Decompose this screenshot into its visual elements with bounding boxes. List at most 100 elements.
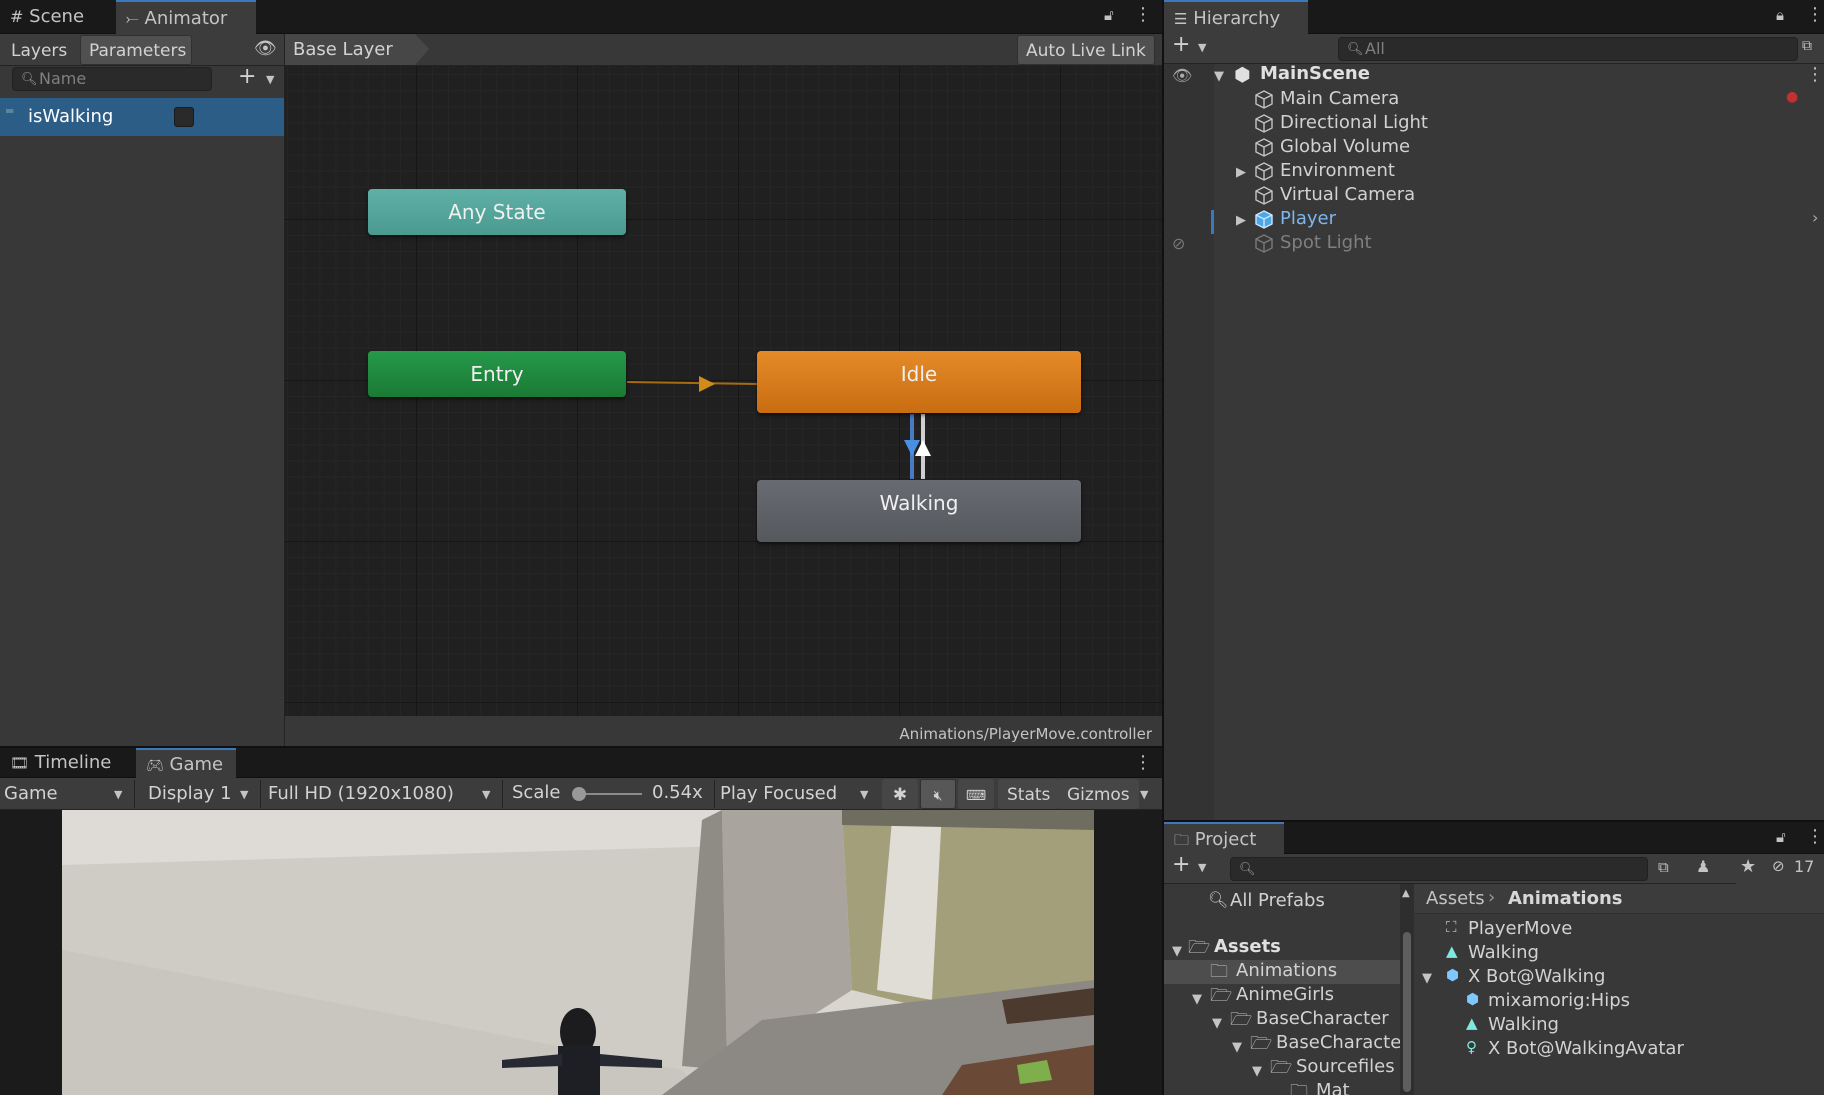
expand-arrow-icon[interactable]: ▶ (1236, 165, 1246, 180)
tab-timeline[interactable]: 🎞︎ Timeline (0, 748, 134, 778)
visibility-column (1164, 64, 1214, 820)
hidden-packages-icon[interactable]: ⊘ (1772, 857, 1785, 875)
debug-toggle[interactable]: ✱ (882, 779, 918, 809)
scene-root-label[interactable]: MainScene (1260, 63, 1370, 84)
state-any-state[interactable]: Any State (368, 189, 626, 235)
hierarchy-item[interactable]: Main Camera (1280, 87, 1399, 111)
resolution-dropdown[interactable]: Full HD (1920x1080) ▼ (264, 779, 500, 809)
tab-game[interactable]: 🎮︎ Game (136, 748, 236, 778)
hierarchy-item[interactable]: Virtual Camera (1280, 183, 1415, 207)
asset-item[interactable]: Walking (1468, 941, 1539, 965)
folder-assets[interactable]: Assets (1214, 936, 1281, 957)
project-search-input[interactable]: 🔍︎ (1230, 857, 1648, 881)
folder-basecharacte[interactable]: BaseCharacte (1276, 1032, 1400, 1053)
eye-icon[interactable]: 👁︎ (254, 38, 277, 59)
folder-sourcefiles[interactable]: Sourcefiles (1296, 1056, 1395, 1077)
expand-arrow-icon[interactable]: ▼ (1252, 1064, 1262, 1079)
state-graph-canvas[interactable]: Any State Entry Idle Walking (285, 66, 1162, 716)
expand-arrow-icon[interactable]: ▼ (1172, 944, 1182, 959)
tab-animator[interactable]: ⤚ Animator (116, 0, 256, 34)
chevron-down-icon[interactable]: ▼ (266, 73, 274, 86)
parameter-bool-checkbox[interactable] (174, 107, 194, 127)
animator-icon: ⤚ (126, 9, 139, 28)
hierarchy-search-input[interactable]: 🔍︎ All (1338, 37, 1798, 61)
more-options-icon[interactable]: ⋮ (1134, 4, 1152, 25)
tab-scene[interactable]: # Scene (0, 0, 112, 34)
folder-basecharacter[interactable]: BaseCharacter (1256, 1008, 1389, 1029)
more-options-icon[interactable]: ⋮ (1806, 4, 1824, 25)
unity-scene-icon: ⬢ (1234, 64, 1251, 86)
lock-icon[interactable]: 🔓︎ (1776, 828, 1786, 846)
expand-arrow-icon[interactable]: ▶ (1236, 213, 1246, 228)
more-options-icon[interactable]: ⋮ (1806, 826, 1824, 847)
hierarchy-item[interactable]: Directional Light (1280, 111, 1428, 135)
asset-item[interactable]: Walking (1488, 1013, 1559, 1037)
expand-arrow-icon[interactable]: ▼ (1232, 1040, 1242, 1055)
state-entry[interactable]: Entry (368, 351, 626, 397)
chevron-right-icon[interactable]: › (1812, 208, 1818, 227)
tree-scrollbar[interactable]: ▲ (1400, 884, 1414, 1095)
tab-hierarchy[interactable]: ☰ Hierarchy (1164, 0, 1308, 34)
more-options-icon[interactable]: ⋮ (1806, 64, 1824, 85)
game-view[interactable] (0, 810, 1162, 1095)
gizmos-button[interactable]: Gizmos (1058, 779, 1139, 809)
lock-icon[interactable]: 🔒︎ (1776, 6, 1784, 24)
clip-icon: ▲ (1446, 942, 1458, 960)
mute-audio-toggle[interactable]: 🔇︎ (920, 779, 956, 809)
add-object-button[interactable]: + (1172, 32, 1190, 57)
tab-project[interactable]: 🗀 Project (1164, 822, 1284, 854)
hierarchy-item[interactable]: Environment (1280, 159, 1395, 183)
asset-item[interactable]: X Bot@WalkingAvatar (1488, 1037, 1684, 1061)
tab-parameters[interactable]: Parameters (80, 35, 192, 65)
expand-arrow-icon[interactable]: ▼ (1212, 1016, 1222, 1031)
scale-slider-thumb[interactable] (572, 787, 586, 801)
display-dropdown[interactable]: Display 1 ▼ (144, 779, 260, 809)
more-options-icon[interactable]: ⋮ (1134, 752, 1152, 773)
chevron-down-icon: ▼ (114, 788, 123, 801)
asset-item[interactable]: mixamorig:Hips (1488, 989, 1630, 1013)
breadcrumb-assets[interactable]: Assets (1426, 888, 1485, 909)
stats-button[interactable]: Stats (998, 779, 1060, 809)
asset-item[interactable]: PlayerMove (1468, 917, 1572, 941)
shortcuts-toggle[interactable]: ⌨ (958, 779, 994, 809)
breadcrumb-animations[interactable]: Animations (1508, 888, 1623, 909)
expand-arrow-icon[interactable]: ▼ (1422, 971, 1432, 986)
eye-icon[interactable]: 👁︎ (1172, 66, 1192, 85)
breadcrumb[interactable]: Base Layer (285, 34, 415, 65)
breadcrumb-separator: › (1488, 887, 1496, 908)
favorite-star-icon[interactable]: ★ (1740, 856, 1756, 877)
add-parameter-button[interactable]: + (238, 64, 256, 89)
parameter-row[interactable]: ═ isWalking (0, 98, 284, 136)
hidden-eye-icon[interactable]: ⊘ (1172, 234, 1185, 253)
search-by-type-icon[interactable]: ⧉ (1658, 858, 1669, 876)
chevron-down-icon[interactable]: ▼ (1140, 788, 1148, 801)
expand-arrow-icon[interactable]: ▼ (1214, 69, 1224, 84)
folder-animegirls[interactable]: AnimeGirls (1236, 984, 1334, 1005)
create-asset-button[interactable]: + (1172, 852, 1190, 877)
lock-icon[interactable]: 🔓︎ (1104, 6, 1114, 24)
game-mode-dropdown[interactable]: Game ▼ (0, 779, 130, 809)
play-mode-dropdown[interactable]: Play Focused ▼ (716, 779, 876, 809)
state-walking[interactable]: Walking (757, 480, 1081, 542)
asset-item[interactable]: X Bot@Walking (1468, 965, 1605, 989)
chevron-down-icon[interactable]: ▼ (1198, 861, 1206, 874)
scroll-up-icon[interactable]: ▲ (1402, 888, 1410, 899)
state-idle[interactable]: Idle (757, 351, 1081, 413)
hierarchy-item[interactable]: Spot Light (1280, 231, 1372, 255)
parameter-name[interactable]: isWalking (28, 106, 113, 127)
drag-handle-icon[interactable]: ═ (6, 104, 13, 118)
scale-value: 0.54x (652, 782, 703, 803)
chevron-down-icon[interactable]: ▼ (1198, 41, 1206, 54)
hierarchy-item[interactable]: Global Volume (1280, 135, 1410, 159)
folder-mat[interactable]: Mat (1316, 1080, 1350, 1095)
parameter-search-input[interactable]: 🔍︎ Name (12, 67, 212, 91)
maximize-icon[interactable]: ⧉ (1802, 38, 1812, 54)
hierarchy-item[interactable]: Player (1280, 207, 1336, 231)
all-prefabs-filter[interactable]: All Prefabs (1230, 890, 1325, 911)
filter-by-type-icon[interactable]: ♟ (1696, 857, 1710, 876)
scrollbar-thumb[interactable] (1403, 932, 1411, 1092)
expand-arrow-icon[interactable]: ▼ (1192, 992, 1202, 1007)
folder-animations[interactable]: Animations (1236, 960, 1337, 981)
tab-layers[interactable]: Layers (2, 35, 77, 65)
auto-live-link-button[interactable]: Auto Live Link (1017, 35, 1155, 65)
